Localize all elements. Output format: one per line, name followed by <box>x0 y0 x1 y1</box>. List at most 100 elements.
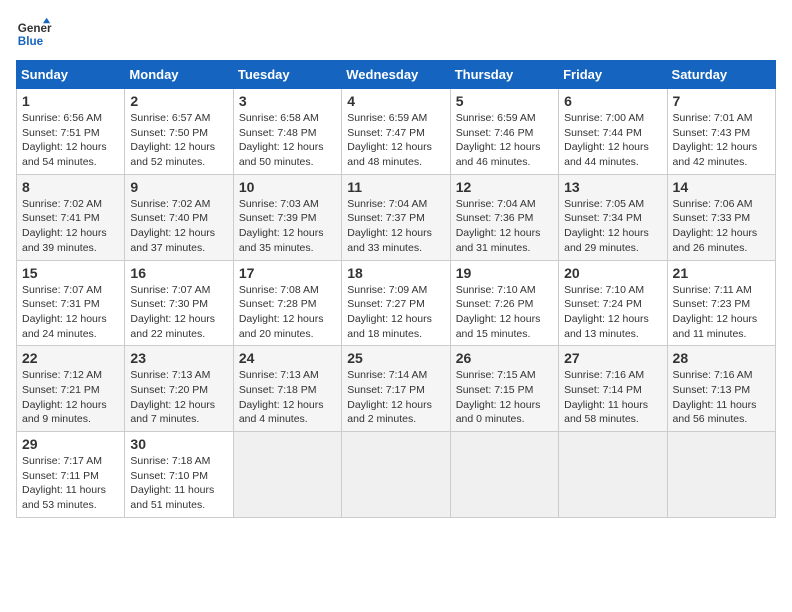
day-number: 8 <box>22 179 119 195</box>
calendar-cell: 15 Sunrise: 7:07 AM Sunset: 7:31 PM Dayli… <box>17 260 125 346</box>
calendar-cell <box>233 432 341 518</box>
calendar-cell <box>450 432 558 518</box>
svg-text:Blue: Blue <box>18 35 44 48</box>
calendar-cell: 27 Sunrise: 7:16 AM Sunset: 7:14 PM Dayli… <box>559 346 667 432</box>
day-content: Sunrise: 7:13 AM Sunset: 7:20 PM Dayligh… <box>130 368 227 427</box>
day-number: 13 <box>564 179 661 195</box>
day-number: 16 <box>130 265 227 281</box>
day-of-week-header: Sunday <box>17 61 125 89</box>
calendar-cell: 18Sunrise: 7:09 AM Sunset: 7:27 PM Dayli… <box>342 260 450 346</box>
calendar-cell: 23Sunrise: 7:13 AM Sunset: 7:20 PM Dayli… <box>125 346 233 432</box>
calendar-cell: 25 Sunrise: 7:14 AM Sunset: 7:17 PM Dayli… <box>342 346 450 432</box>
calendar-cell: 24Sunrise: 7:13 AM Sunset: 7:18 PM Dayli… <box>233 346 341 432</box>
calendar-cell: 26 Sunrise: 7:15 AM Sunset: 7:15 PM Dayli… <box>450 346 558 432</box>
day-content: Sunrise: 7:10 AM Sunset: 7:26 PM Dayligh… <box>456 283 553 342</box>
logo: General Blue <box>16 16 52 52</box>
calendar-cell <box>667 432 775 518</box>
calendar-cell: 14 Sunrise: 7:06 AM Sunset: 7:33 PM Dayli… <box>667 174 775 260</box>
day-number: 19 <box>456 265 553 281</box>
day-number: 22 <box>22 350 119 366</box>
calendar-week-row: 29Sunrise: 7:17 AM Sunset: 7:11 PM Dayli… <box>17 432 776 518</box>
calendar-cell: 13 Sunrise: 7:05 AM Sunset: 7:34 PM Dayli… <box>559 174 667 260</box>
day-number: 21 <box>673 265 770 281</box>
calendar-body: 1 Sunrise: 6:56 AM Sunset: 7:51 PM Daylig… <box>17 89 776 518</box>
calendar-week-row: 1 Sunrise: 6:56 AM Sunset: 7:51 PM Daylig… <box>17 89 776 175</box>
calendar-cell: 11 Sunrise: 7:04 AM Sunset: 7:37 PM Dayli… <box>342 174 450 260</box>
day-number: 6 <box>564 93 661 109</box>
calendar-cell: 6 Sunrise: 7:00 AM Sunset: 7:44 PM Daylig… <box>559 89 667 175</box>
day-number: 11 <box>347 179 444 195</box>
day-content: Sunrise: 7:13 AM Sunset: 7:18 PM Dayligh… <box>239 368 336 427</box>
svg-text:General: General <box>18 22 52 35</box>
calendar-cell: 30 Sunrise: 7:18 AM Sunset: 7:10 PM Dayli… <box>125 432 233 518</box>
day-of-week-header: Monday <box>125 61 233 89</box>
calendar-cell: 2 Sunrise: 6:57 AM Sunset: 7:50 PM Daylig… <box>125 89 233 175</box>
calendar-cell: 22 Sunrise: 7:12 AM Sunset: 7:21 PM Dayli… <box>17 346 125 432</box>
day-of-week-header: Tuesday <box>233 61 341 89</box>
day-number: 25 <box>347 350 444 366</box>
day-number: 2 <box>130 93 227 109</box>
day-number: 30 <box>130 436 227 452</box>
day-content: Sunrise: 7:01 AM Sunset: 7:43 PM Dayligh… <box>673 111 770 170</box>
calendar-cell: 21Sunrise: 7:11 AM Sunset: 7:23 PM Dayli… <box>667 260 775 346</box>
day-content: Sunrise: 7:08 AM Sunset: 7:28 PM Dayligh… <box>239 283 336 342</box>
page-header: General Blue <box>16 16 776 52</box>
calendar-cell: 20 Sunrise: 7:10 AM Sunset: 7:24 PM Dayli… <box>559 260 667 346</box>
day-number: 9 <box>130 179 227 195</box>
day-content: Sunrise: 7:07 AM Sunset: 7:30 PM Dayligh… <box>130 283 227 342</box>
day-number: 1 <box>22 93 119 109</box>
logo-icon: General Blue <box>16 16 52 52</box>
calendar-cell: 16 Sunrise: 7:07 AM Sunset: 7:30 PM Dayli… <box>125 260 233 346</box>
calendar-week-row: 15 Sunrise: 7:07 AM Sunset: 7:31 PM Dayli… <box>17 260 776 346</box>
day-content: Sunrise: 7:10 AM Sunset: 7:24 PM Dayligh… <box>564 283 661 342</box>
day-content: Sunrise: 7:15 AM Sunset: 7:15 PM Dayligh… <box>456 368 553 427</box>
day-number: 26 <box>456 350 553 366</box>
day-content: Sunrise: 7:16 AM Sunset: 7:13 PM Dayligh… <box>673 368 770 427</box>
calendar-cell: 7 Sunrise: 7:01 AM Sunset: 7:43 PM Daylig… <box>667 89 775 175</box>
day-content: Sunrise: 7:02 AM Sunset: 7:40 PM Dayligh… <box>130 197 227 256</box>
calendar-cell: 28 Sunrise: 7:16 AM Sunset: 7:13 PM Dayli… <box>667 346 775 432</box>
day-content: Sunrise: 7:18 AM Sunset: 7:10 PM Dayligh… <box>130 454 227 513</box>
calendar-week-row: 8 Sunrise: 7:02 AM Sunset: 7:41 PM Daylig… <box>17 174 776 260</box>
day-content: Sunrise: 7:00 AM Sunset: 7:44 PM Dayligh… <box>564 111 661 170</box>
calendar-cell: 17 Sunrise: 7:08 AM Sunset: 7:28 PM Dayli… <box>233 260 341 346</box>
calendar-cell: 4Sunrise: 6:59 AM Sunset: 7:47 PM Daylig… <box>342 89 450 175</box>
day-content: Sunrise: 6:57 AM Sunset: 7:50 PM Dayligh… <box>130 111 227 170</box>
calendar-cell: 5 Sunrise: 6:59 AM Sunset: 7:46 PM Daylig… <box>450 89 558 175</box>
calendar-cell <box>559 432 667 518</box>
day-content: Sunrise: 7:05 AM Sunset: 7:34 PM Dayligh… <box>564 197 661 256</box>
calendar-cell: 29Sunrise: 7:17 AM Sunset: 7:11 PM Dayli… <box>17 432 125 518</box>
day-content: Sunrise: 7:04 AM Sunset: 7:36 PM Dayligh… <box>456 197 553 256</box>
day-number: 12 <box>456 179 553 195</box>
day-content: Sunrise: 7:06 AM Sunset: 7:33 PM Dayligh… <box>673 197 770 256</box>
day-number: 28 <box>673 350 770 366</box>
day-content: Sunrise: 7:02 AM Sunset: 7:41 PM Dayligh… <box>22 197 119 256</box>
day-content: Sunrise: 7:14 AM Sunset: 7:17 PM Dayligh… <box>347 368 444 427</box>
day-content: Sunrise: 7:04 AM Sunset: 7:37 PM Dayligh… <box>347 197 444 256</box>
day-number: 7 <box>673 93 770 109</box>
day-number: 20 <box>564 265 661 281</box>
day-content: Sunrise: 7:17 AM Sunset: 7:11 PM Dayligh… <box>22 454 119 513</box>
day-of-week-header: Thursday <box>450 61 558 89</box>
day-content: Sunrise: 7:07 AM Sunset: 7:31 PM Dayligh… <box>22 283 119 342</box>
day-number: 5 <box>456 93 553 109</box>
day-content: Sunrise: 6:59 AM Sunset: 7:47 PM Dayligh… <box>347 111 444 170</box>
calendar-cell: 3Sunrise: 6:58 AM Sunset: 7:48 PM Daylig… <box>233 89 341 175</box>
day-number: 3 <box>239 93 336 109</box>
day-content: Sunrise: 7:03 AM Sunset: 7:39 PM Dayligh… <box>239 197 336 256</box>
day-number: 14 <box>673 179 770 195</box>
calendar-cell: 19 Sunrise: 7:10 AM Sunset: 7:26 PM Dayli… <box>450 260 558 346</box>
day-number: 18 <box>347 265 444 281</box>
day-content: Sunrise: 6:56 AM Sunset: 7:51 PM Dayligh… <box>22 111 119 170</box>
calendar-cell: 9 Sunrise: 7:02 AM Sunset: 7:40 PM Daylig… <box>125 174 233 260</box>
day-number: 15 <box>22 265 119 281</box>
calendar-week-row: 22 Sunrise: 7:12 AM Sunset: 7:21 PM Dayli… <box>17 346 776 432</box>
day-content: Sunrise: 7:12 AM Sunset: 7:21 PM Dayligh… <box>22 368 119 427</box>
day-of-week-header: Saturday <box>667 61 775 89</box>
calendar-cell: 8 Sunrise: 7:02 AM Sunset: 7:41 PM Daylig… <box>17 174 125 260</box>
day-content: Sunrise: 6:59 AM Sunset: 7:46 PM Dayligh… <box>456 111 553 170</box>
day-number: 17 <box>239 265 336 281</box>
day-of-week-header: Friday <box>559 61 667 89</box>
day-number: 27 <box>564 350 661 366</box>
day-content: Sunrise: 7:16 AM Sunset: 7:14 PM Dayligh… <box>564 368 661 427</box>
